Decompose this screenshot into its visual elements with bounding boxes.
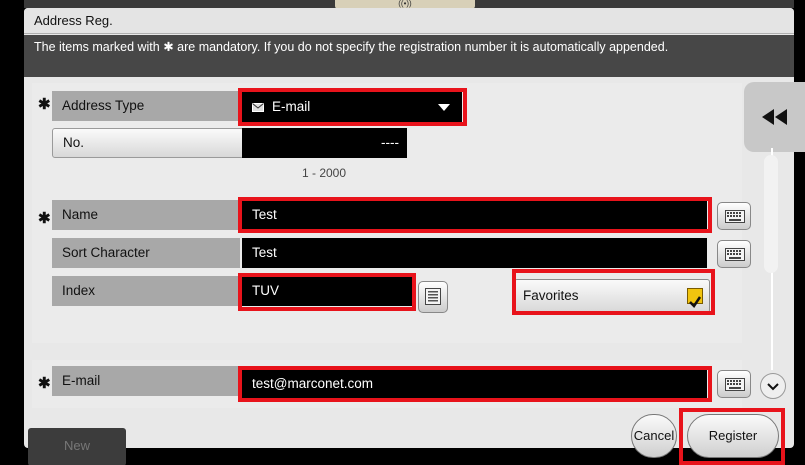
highlight-email bbox=[238, 366, 712, 402]
chevron-down-icon bbox=[767, 383, 779, 391]
email-label: E-mail bbox=[52, 366, 240, 396]
keyboard-icon[interactable] bbox=[717, 202, 751, 230]
new-button[interactable]: New bbox=[28, 428, 126, 465]
address-reg-dialog: Address Reg. The items marked with ✱ are… bbox=[24, 8, 794, 448]
number-button[interactable]: No. bbox=[52, 128, 244, 158]
address-type-label: Address Type bbox=[52, 91, 240, 121]
dialog-title: Address Reg. bbox=[24, 8, 794, 34]
keyboard-icon[interactable] bbox=[717, 240, 751, 268]
highlight-address-type bbox=[238, 88, 467, 126]
keyboard-icon[interactable] bbox=[717, 370, 751, 398]
highlight-register bbox=[679, 408, 785, 465]
bottom-bar: New Cancel Register bbox=[24, 408, 794, 465]
highlight-favorites bbox=[512, 269, 715, 315]
device-frame: ((•)) Address Reg. The items marked with… bbox=[0, 0, 805, 465]
mandatory-mark: ✱ bbox=[38, 210, 51, 227]
number-field[interactable]: ---- bbox=[242, 128, 407, 158]
index-list-icon[interactable] bbox=[418, 281, 448, 313]
scrollbar-thumb[interactable] bbox=[764, 155, 778, 273]
name-label: Name bbox=[52, 200, 240, 230]
mandatory-mark: ✱ bbox=[38, 375, 51, 392]
cancel-button[interactable]: Cancel bbox=[631, 414, 677, 458]
double-left-arrow-icon bbox=[762, 109, 787, 125]
number-range: 1 - 2000 bbox=[302, 166, 347, 180]
form-area: ✱ Address Type E-mail No. ---- 1 - 2000 … bbox=[32, 83, 751, 343]
mandatory-mark: ✱ bbox=[38, 96, 51, 113]
sort-character-label: Sort Character bbox=[52, 238, 240, 268]
index-label: Index bbox=[52, 276, 240, 306]
highlight-index bbox=[238, 273, 416, 311]
scroll-down-button[interactable] bbox=[760, 373, 786, 399]
highlight-name bbox=[238, 197, 712, 233]
sort-character-field[interactable]: Test bbox=[242, 238, 707, 268]
form-area-email: ✱ E-mail test@marconet.com bbox=[32, 360, 751, 408]
collapse-panel-button[interactable] bbox=[744, 82, 805, 152]
info-message: The items marked with ✱ are mandatory. I… bbox=[24, 35, 794, 77]
